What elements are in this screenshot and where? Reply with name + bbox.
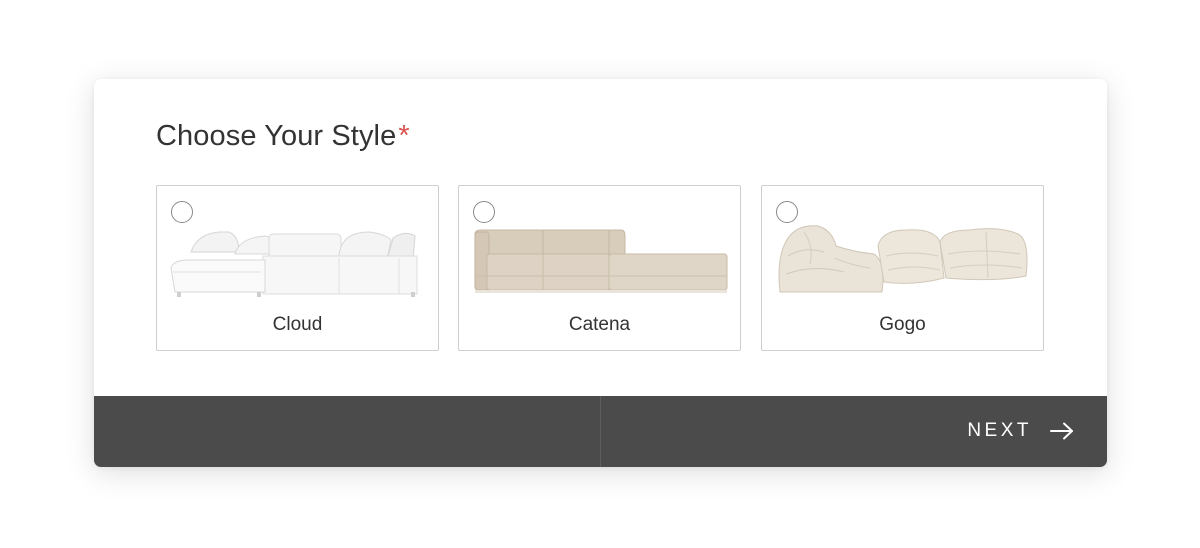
required-asterisk: * [398, 120, 410, 152]
radio-button-catena[interactable] [473, 201, 495, 223]
page-background: Choose Your Style* Cloud Catena Gogo NEX… [0, 0, 1200, 548]
option-label-cloud: Cloud [272, 314, 323, 335]
next-button-label: NEXT [967, 420, 1032, 441]
option-label-catena: Catena [568, 314, 631, 335]
style-option-catena[interactable]: Catena [458, 185, 741, 351]
next-button[interactable]: NEXT [601, 396, 1107, 467]
arrow-right-icon [1050, 422, 1073, 440]
footer-left-area [94, 396, 600, 467]
radio-button-gogo[interactable] [776, 201, 798, 223]
style-form-card: Choose Your Style* Cloud Catena Gogo NEX… [94, 79, 1107, 467]
cloud-sofa-image [170, 231, 418, 297]
gogo-sofa-image [778, 225, 1028, 293]
radio-button-cloud[interactable] [171, 201, 193, 223]
form-title: Choose Your Style* [156, 119, 410, 153]
style-option-cloud[interactable]: Cloud [156, 185, 439, 351]
form-footer: NEXT [94, 396, 1107, 467]
catena-sofa-image [474, 229, 728, 293]
option-label-gogo: Gogo [879, 314, 926, 335]
form-title-text: Choose Your Style [156, 120, 397, 152]
style-option-gogo[interactable]: Gogo [761, 185, 1044, 351]
